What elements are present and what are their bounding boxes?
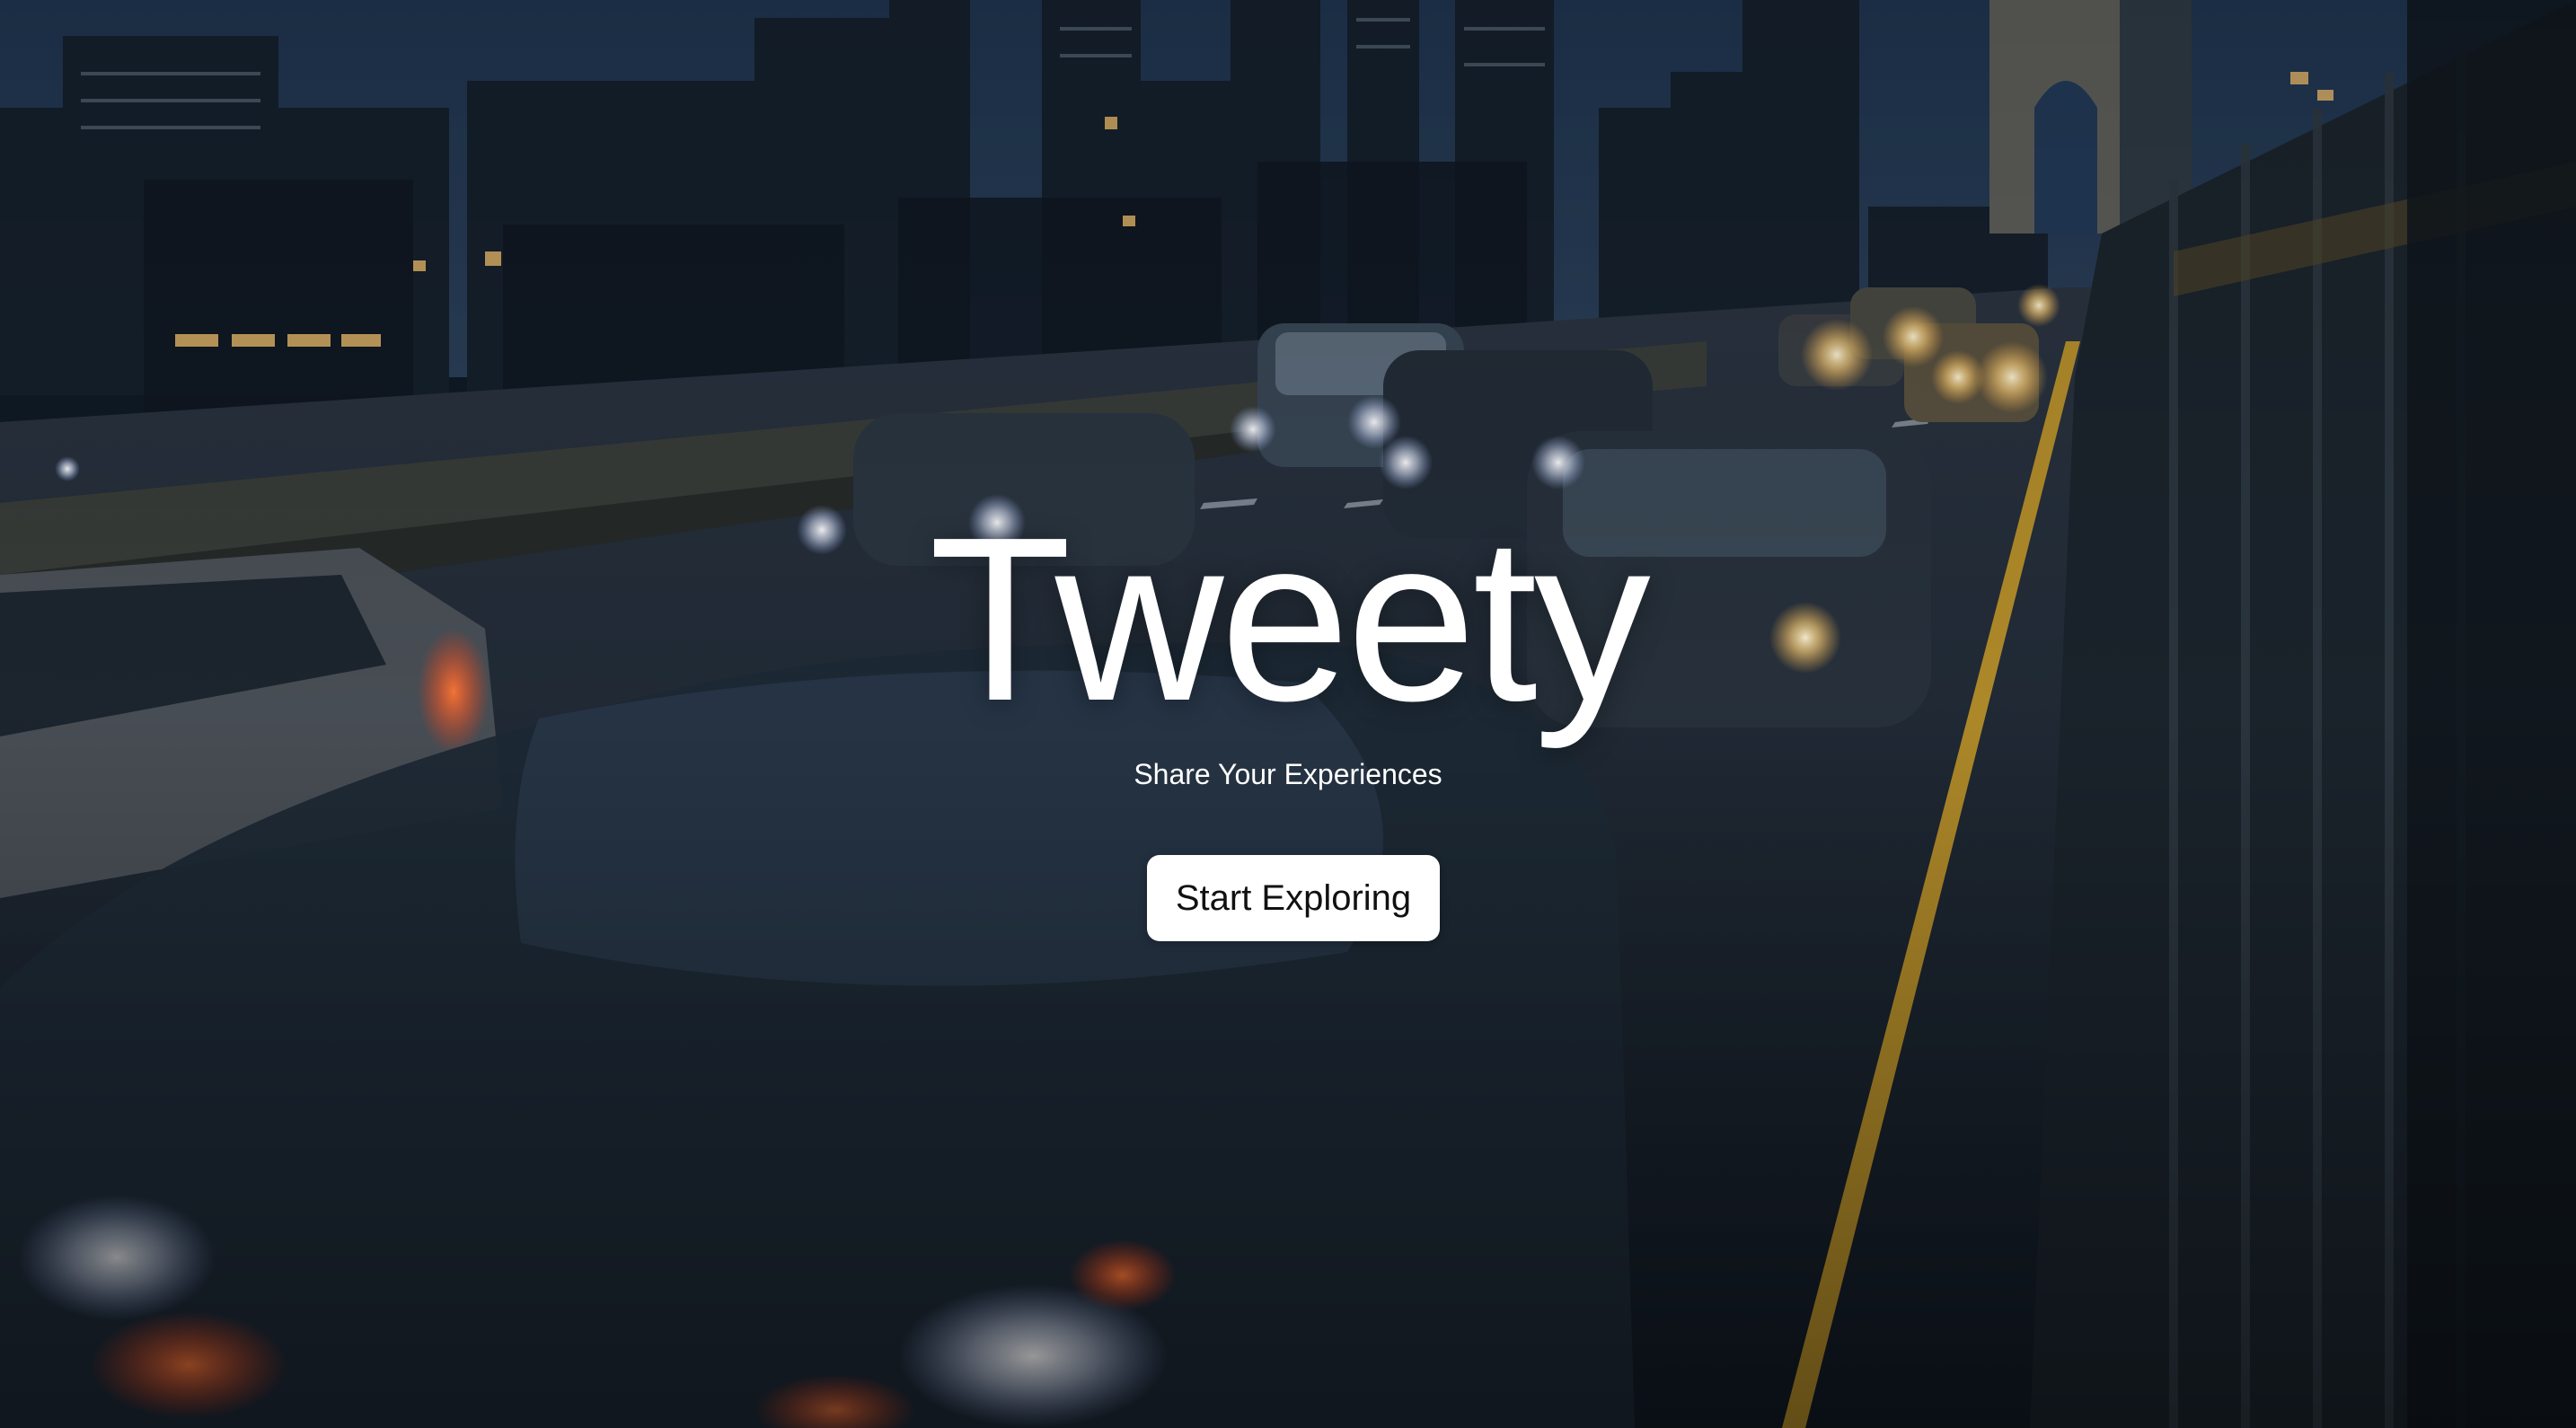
hero-title: Tweety (929, 489, 1651, 750)
hero-section: Tweety Share Your Experiences Start Expl… (0, 0, 2576, 1428)
start-exploring-button[interactable]: Start Exploring (1147, 855, 1440, 941)
hero-subtitle: Share Your Experiences (1134, 758, 1442, 790)
hero-content: Tweety Share Your Experiences Start Expl… (0, 0, 2576, 1428)
